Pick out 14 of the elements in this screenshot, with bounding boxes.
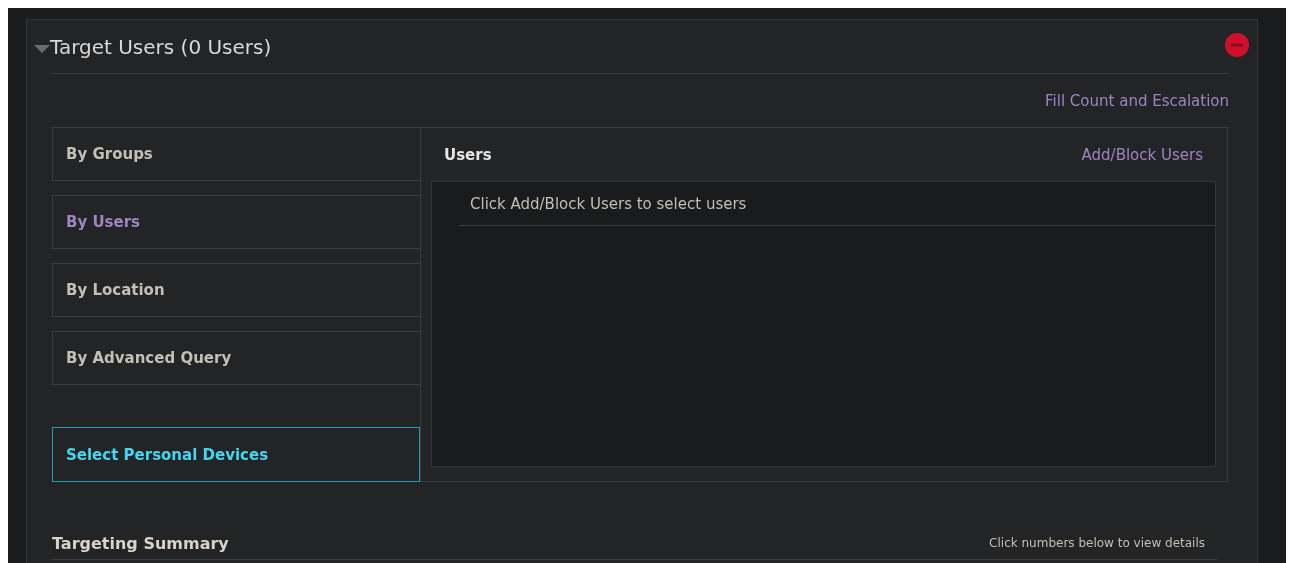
tab[interactable]: By Location <box>52 263 420 317</box>
remove-icon[interactable] <box>1225 32 1249 57</box>
tab[interactable]: By Advanced Query <box>52 331 420 385</box>
fill-count-link[interactable]: Fill Count and Escalation <box>1045 91 1229 110</box>
summary-title: Targeting Summary <box>52 533 229 553</box>
add-block-users-link[interactable]: Add/Block Users <box>1081 145 1203 164</box>
caret-icon[interactable] <box>34 43 50 54</box>
list-message: Click Add/Block Users to select users <box>459 182 1215 226</box>
section-title: Target Users (0 Users) <box>50 34 273 59</box>
tab[interactable]: By Groups <box>52 127 420 181</box>
summary-hint: Click numbers below to view details <box>989 536 1205 550</box>
panel-title: Users <box>444 145 492 164</box>
personal-devices-button[interactable]: Select Personal Devices <box>52 427 420 482</box>
tab[interactable]: By Users <box>52 195 420 249</box>
